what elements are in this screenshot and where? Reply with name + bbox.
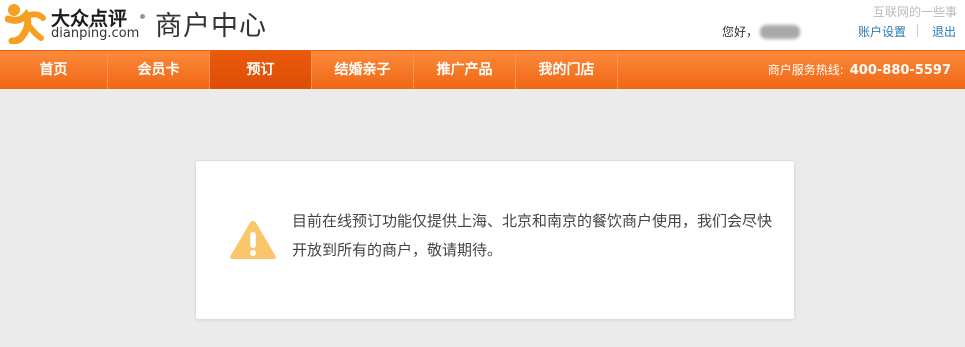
header: 大众点评 dianping.com 商户中心 互联网的一些事 您好， 账户设置 … bbox=[0, 0, 965, 50]
logout-link[interactable]: 退出 bbox=[932, 23, 956, 40]
notice-card: 目前在线预订功能仅提供上海、北京和南京的餐饮商户使用，我们会尽快开放到所有的商户… bbox=[195, 160, 795, 320]
nav-item-home[interactable]: 首页 bbox=[0, 51, 108, 89]
notice-message: 目前在线预订功能仅提供上海、北京和南京的餐饮商户使用，我们会尽快开放到所有的商户… bbox=[292, 212, 773, 259]
hotline-number: 400-880-5597 bbox=[849, 63, 951, 78]
username-redacted bbox=[760, 25, 800, 39]
nav-item-booking[interactable]: 预订 bbox=[210, 51, 312, 89]
logo-english-text: dianping.com bbox=[51, 26, 140, 41]
nav-item-promotion[interactable]: 推广产品 bbox=[414, 51, 516, 89]
warning-icon bbox=[230, 221, 276, 259]
account-settings-link[interactable]: 账户设置 bbox=[858, 23, 906, 40]
hotline-label: 商户服务热线: bbox=[767, 63, 844, 77]
header-link-divider bbox=[917, 24, 918, 37]
page-title: 商户中心 bbox=[155, 11, 267, 42]
main-nav: 首页 会员卡 预订 结婚亲子 推广产品 我的门店 商户服务热线: 400-880-… bbox=[0, 50, 965, 89]
service-hotline: 商户服务热线: 400-880-5597 bbox=[768, 51, 951, 89]
nav-item-my-stores[interactable]: 我的门店 bbox=[516, 51, 618, 89]
nav-item-wedding-family[interactable]: 结婚亲子 bbox=[312, 51, 414, 89]
nav-item-member-card[interactable]: 会员卡 bbox=[108, 51, 210, 89]
dianping-logo[interactable]: 大众点评 dianping.com bbox=[5, 2, 139, 46]
dianping-logo-icon bbox=[5, 4, 46, 44]
greeting-text: 您好， bbox=[722, 25, 759, 39]
title-separator-dot bbox=[140, 14, 145, 19]
slogan-text: 互联网的一些事 bbox=[872, 5, 957, 19]
